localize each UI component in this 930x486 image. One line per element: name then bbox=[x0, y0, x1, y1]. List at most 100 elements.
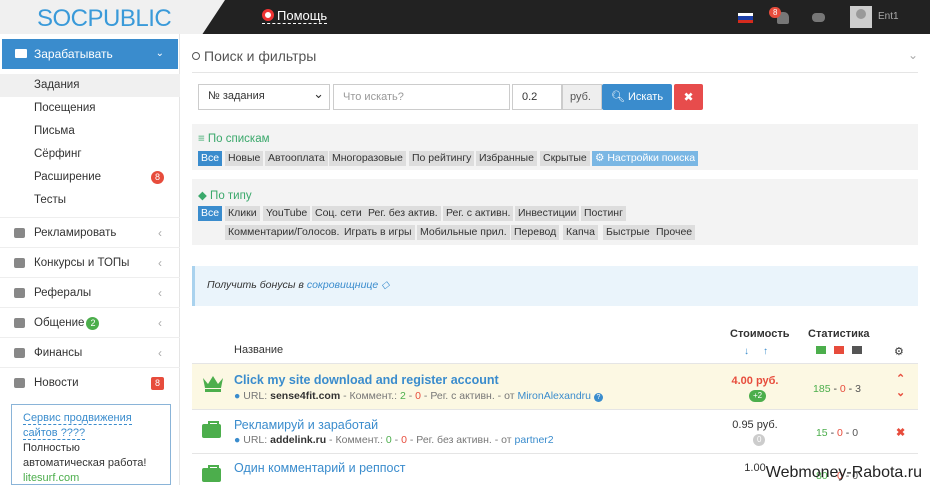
sidebar-item-finance[interactable]: Финансы ‹ bbox=[0, 337, 180, 367]
list-filter-reusable[interactable]: Многоразовые bbox=[329, 151, 406, 166]
filters-title: Поиск и фильтры bbox=[204, 48, 317, 64]
question-icon[interactable]: ? bbox=[593, 393, 603, 402]
author-link[interactable]: MironAlexandru bbox=[517, 390, 591, 402]
table-row: Рекламируй и заработай ● URL: addelink.r… bbox=[192, 409, 918, 453]
sidebar-sub-extension[interactable]: Расширение 8 bbox=[0, 166, 180, 189]
sidebar-item-advertise[interactable]: Рекламировать ‹ bbox=[0, 217, 180, 247]
search-input[interactable]: Что искать? bbox=[333, 84, 510, 110]
sidebar-item-contests[interactable]: Конкурсы и ТОПы ‹ bbox=[0, 247, 180, 277]
task-title-link[interactable]: Рекламируй и заработай bbox=[234, 418, 378, 432]
search-field-select[interactable]: № задания bbox=[198, 84, 330, 110]
username[interactable]: Ent1 bbox=[878, 11, 899, 22]
black-flag-icon[interactable] bbox=[852, 346, 862, 354]
count-badge: 8 bbox=[150, 171, 164, 184]
sidebar-sub-surfing[interactable]: Сёрфинг bbox=[0, 143, 180, 166]
bar-chart-icon bbox=[14, 228, 25, 238]
list-filter-hidden[interactable]: Скрытые bbox=[540, 151, 590, 166]
currency-addon: руб. bbox=[562, 84, 602, 110]
col-header-cost: Стоимость bbox=[730, 328, 790, 340]
url-label: URL: bbox=[243, 434, 268, 446]
type-filter-clicks[interactable]: Клики bbox=[225, 206, 260, 221]
user-icon: ● bbox=[234, 390, 241, 402]
sort-down-icon[interactable]: ↓ bbox=[744, 346, 749, 357]
bonus-banner: Получить бонусы в сокровищнице ◇ bbox=[192, 266, 918, 306]
sidebar-sub-tests[interactable]: Тесты bbox=[0, 189, 180, 212]
type-filter-games[interactable]: Играть в игры bbox=[341, 225, 415, 240]
comments-positive: 2 bbox=[399, 390, 406, 402]
help-link[interactable]: Помощь bbox=[262, 8, 328, 24]
search-settings-button[interactable]: ⚙ Настройки поиска bbox=[592, 151, 699, 166]
sidebar-sub-letters[interactable]: Письма bbox=[0, 120, 180, 143]
sidebar-item-referrals[interactable]: Рефералы ‹ bbox=[0, 277, 180, 307]
chevron-down-icon[interactable]: ⌄ bbox=[908, 48, 918, 62]
sidebar-sub-visits[interactable]: Посещения bbox=[0, 97, 180, 120]
sidebar-item-earn[interactable]: Зарабатывать ⌄ bbox=[2, 39, 178, 69]
flag-ru-icon[interactable] bbox=[738, 13, 753, 23]
chevron-left-icon: ‹ bbox=[158, 316, 162, 330]
type-filter-posting[interactable]: Постинг bbox=[581, 206, 626, 221]
type-filter-social[interactable]: Соц. сети bbox=[312, 206, 365, 221]
sort-up-icon[interactable]: ↑ bbox=[763, 346, 768, 357]
diamond-icon: ◇ bbox=[381, 279, 390, 291]
from-label: от bbox=[504, 390, 515, 402]
type-filter-reg-act[interactable]: Рег. с активн. bbox=[443, 206, 514, 221]
search-button-label: Искать bbox=[627, 91, 664, 103]
type-filter-invest[interactable]: Инвестиции bbox=[515, 206, 580, 221]
promo-link[interactable]: litesurf.com bbox=[23, 472, 79, 484]
avatar[interactable] bbox=[850, 6, 872, 28]
list-filter-rating[interactable]: По рейтингу bbox=[409, 151, 475, 166]
sidebar-item-label: Рефералы bbox=[34, 287, 92, 299]
lifebuoy-icon bbox=[262, 9, 274, 21]
green-flag-icon[interactable] bbox=[816, 346, 826, 354]
type-filter-comments[interactable]: Комментарии/Голосов. bbox=[225, 225, 343, 240]
chevron-down-icon[interactable]: ⌄ bbox=[896, 386, 905, 399]
search-button[interactable]: 🔍︎ Искать bbox=[602, 84, 672, 110]
sidebar-item-chat[interactable]: Общение 2 ‹ bbox=[0, 307, 180, 337]
sidebar-sub-label: Тесты bbox=[34, 194, 67, 206]
gears-icon[interactable]: ⚙ bbox=[894, 345, 904, 358]
sidebar-sub-tasks[interactable]: Задания bbox=[0, 74, 180, 97]
type-filter-all[interactable]: Все bbox=[198, 206, 223, 221]
close-icon[interactable]: ✖ bbox=[896, 426, 905, 439]
author-link[interactable]: partner2 bbox=[515, 434, 554, 446]
red-flag-icon[interactable] bbox=[834, 346, 844, 354]
clear-button[interactable]: ✖ bbox=[674, 84, 703, 110]
types-title-text: По типу bbox=[210, 190, 252, 202]
stat-done: 185 bbox=[813, 383, 831, 395]
lists-panel: ≡ По спискам Все Новые Автооплата Многор… bbox=[192, 124, 918, 170]
task-title-link[interactable]: Click my site download and register acco… bbox=[234, 373, 499, 387]
search-icon bbox=[192, 52, 200, 60]
sidebar-item-news[interactable]: Новости 8 bbox=[0, 367, 180, 397]
type-filter-fast[interactable]: Быстрые bbox=[603, 225, 653, 240]
type-filter-translate[interactable]: Перевод bbox=[511, 225, 560, 240]
filters-header[interactable]: Поиск и фильтры bbox=[192, 48, 316, 64]
list-filter-favorites[interactable]: Избранные bbox=[476, 151, 537, 166]
promo-title[interactable]: Сервис продвижения сайтов ???? bbox=[23, 412, 132, 440]
type-filter-youtube[interactable]: YouTube bbox=[263, 206, 311, 221]
chevron-up-icon[interactable]: ⌃ bbox=[896, 372, 905, 385]
type-filter-reg-no-act[interactable]: Рег. без актив. bbox=[365, 206, 441, 221]
task-url: addelink.ru bbox=[270, 434, 327, 446]
type-filter-captcha[interactable]: Капча bbox=[563, 225, 598, 240]
treasury-link[interactable]: сокровищнице bbox=[307, 279, 378, 291]
col-header-name[interactable]: Название bbox=[234, 344, 283, 356]
list-filter-new[interactable]: Новые bbox=[225, 151, 264, 166]
url-label: URL: bbox=[243, 390, 268, 402]
sidebar-item-label: Финансы bbox=[34, 347, 83, 359]
list-filter-autopay[interactable]: Автооплата bbox=[265, 151, 328, 166]
amount-input[interactable]: 0.2 bbox=[512, 84, 562, 110]
promo-box: Сервис продвижения сайтов ???? Полностью… bbox=[11, 404, 171, 485]
sidebar-sub-label: Посещения bbox=[34, 102, 96, 114]
help-label: Помощь bbox=[277, 8, 328, 23]
type-filter-mobile[interactable]: Мобильные прил. bbox=[417, 225, 510, 240]
stat-done: 15 bbox=[815, 427, 828, 439]
crown-icon bbox=[203, 376, 223, 392]
stat-rejected: 0 bbox=[837, 427, 843, 439]
briefcase-icon bbox=[202, 421, 221, 438]
task-title-link[interactable]: Один комментарий и реппост bbox=[234, 461, 405, 475]
chat-icon[interactable] bbox=[812, 13, 825, 22]
logo[interactable]: SOCPUBLIC bbox=[0, 0, 225, 34]
list-filter-all[interactable]: Все bbox=[198, 151, 223, 166]
type-filter-other[interactable]: Прочее bbox=[653, 225, 696, 240]
price-badge: 0 bbox=[753, 434, 766, 446]
